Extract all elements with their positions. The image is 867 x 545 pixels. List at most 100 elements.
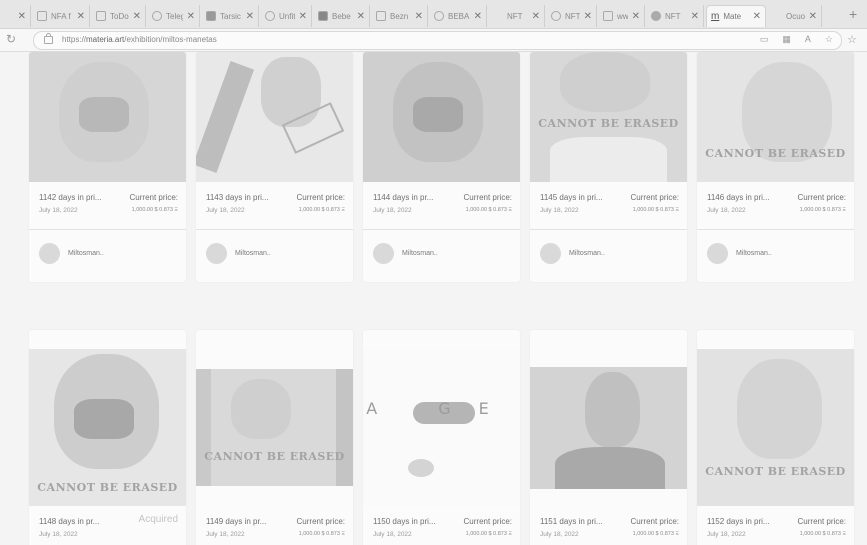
date: July 18, 2022 bbox=[373, 531, 412, 538]
reload-icon[interactable]: ↻ bbox=[6, 32, 16, 46]
artwork-card[interactable]: CANNOT BE ERASED 1149 days in pr... July… bbox=[196, 330, 353, 545]
tab[interactable]: ToDo ✕ bbox=[92, 5, 146, 27]
url-path: /exhibition/miltos-manetas bbox=[124, 35, 217, 44]
avatar[interactable] bbox=[206, 243, 227, 264]
close-icon[interactable]: ✕ bbox=[584, 11, 592, 22]
close-icon[interactable]: ✕ bbox=[357, 11, 365, 22]
tab[interactable]: Unfit ✕ bbox=[261, 5, 312, 27]
close-icon[interactable]: ✕ bbox=[532, 11, 540, 22]
tab[interactable]: Tarsic ✕ bbox=[202, 5, 259, 27]
close-icon[interactable]: ✕ bbox=[415, 11, 423, 22]
artwork-card[interactable]: 1144 days in pr... July 18, 2022 Current… bbox=[363, 52, 520, 282]
tab[interactable]: NFT ✕ bbox=[547, 5, 597, 27]
site-icon bbox=[772, 11, 782, 21]
avatar[interactable] bbox=[39, 243, 60, 264]
tab[interactable]: Teleg ✕ bbox=[148, 5, 200, 27]
site-icon bbox=[434, 11, 444, 21]
telegram-icon bbox=[152, 11, 162, 21]
artwork-card[interactable]: 1143 days in pri... July 18, 2022 Curren… bbox=[196, 52, 353, 282]
artwork-image[interactable] bbox=[196, 52, 353, 182]
artwork-info: 1143 days in pri... July 18, 2022 Curren… bbox=[206, 193, 345, 225]
date: July 18, 2022 bbox=[206, 207, 245, 214]
artwork-info: 1151 days in pri... July 18, 2022 Curren… bbox=[540, 517, 679, 545]
days-in-print: 1143 days in pri... bbox=[206, 193, 269, 202]
tab[interactable]: www ✕ bbox=[599, 5, 645, 27]
price-value: 1,000.00 $ 0.873 Ξ bbox=[799, 207, 846, 213]
tab[interactable]: NFA f ✕ bbox=[33, 5, 90, 27]
owner-name[interactable]: Miltosman.. bbox=[235, 250, 271, 257]
page-icon bbox=[37, 11, 47, 21]
artwork-info: 1152 days in pri... July 18, 2022 Curren… bbox=[707, 517, 846, 545]
tab[interactable]: BEBA ✕ bbox=[430, 5, 487, 27]
avatar[interactable] bbox=[540, 243, 561, 264]
price-label: Current price: bbox=[630, 517, 679, 526]
owner[interactable]: Miltosman.. bbox=[39, 243, 104, 264]
date: July 18, 2022 bbox=[373, 207, 412, 214]
artwork-card[interactable]: 1151 days in pri... July 18, 2022 Curren… bbox=[530, 330, 687, 545]
artwork-card[interactable]: CANNOT BE ERASED 1146 days in pri... Jul… bbox=[697, 52, 854, 282]
artwork-image[interactable]: CANNOT BE ERASED bbox=[29, 349, 186, 506]
divider bbox=[29, 229, 186, 230]
tab[interactable]: NFT ✕ bbox=[489, 5, 545, 27]
owner-name[interactable]: Miltosman.. bbox=[569, 250, 605, 257]
read-aloud-icon[interactable]: A bbox=[805, 34, 811, 45]
close-icon[interactable]: ✕ bbox=[18, 11, 26, 22]
close-icon[interactable]: ✕ bbox=[809, 11, 817, 22]
tab-active[interactable]: m Mate ✕ bbox=[706, 5, 766, 27]
close-icon[interactable]: ✕ bbox=[77, 11, 85, 22]
tab[interactable]: ✕ bbox=[0, 5, 31, 27]
artwork-card[interactable]: A GE 1150 days in pri... July 18, 2022 C… bbox=[363, 330, 520, 545]
artwork-card[interactable]: 1142 days in pri... July 18, 2022 Curren… bbox=[29, 52, 186, 282]
favorites-icon[interactable]: ☆ bbox=[847, 33, 857, 46]
owner-name[interactable]: Miltosman.. bbox=[402, 250, 438, 257]
tab[interactable]: Bezn ✕ bbox=[372, 5, 428, 27]
address-bar-icons: ▭ ▦ A ☆ bbox=[760, 34, 833, 45]
owner[interactable]: Miltosman.. bbox=[707, 243, 772, 264]
artwork-card[interactable]: CANNOT BE ERASED 1152 days in pri... Jul… bbox=[697, 330, 854, 545]
close-icon[interactable]: ✕ bbox=[753, 11, 761, 22]
tab[interactable]: Ocuo ✕ bbox=[768, 5, 822, 27]
address-bar[interactable]: https://materia.art/exhibition/miltos-ma… bbox=[33, 31, 842, 50]
new-tab-button[interactable]: + bbox=[849, 6, 857, 22]
avatar[interactable] bbox=[707, 243, 728, 264]
close-icon[interactable]: ✕ bbox=[246, 11, 254, 22]
artwork-card[interactable]: CANNOT BE ERASED 1148 days in pr... July… bbox=[29, 330, 186, 545]
screen-icon[interactable]: ▭ bbox=[760, 34, 769, 45]
close-icon[interactable]: ✕ bbox=[474, 11, 482, 22]
price-value: 1,000.00 $ 0.873 Ξ bbox=[298, 207, 345, 213]
tab[interactable]: Bebe ✕ bbox=[314, 5, 370, 27]
close-icon[interactable]: ✕ bbox=[133, 11, 141, 22]
artwork-image[interactable]: CANNOT BE ERASED bbox=[697, 349, 854, 506]
artwork-image[interactable] bbox=[29, 52, 186, 182]
close-icon[interactable]: ✕ bbox=[691, 11, 699, 22]
lock-icon[interactable] bbox=[44, 33, 53, 44]
date: July 18, 2022 bbox=[540, 531, 579, 538]
materia-logo-icon: m bbox=[711, 11, 720, 22]
close-icon[interactable]: ✕ bbox=[632, 11, 640, 22]
owner[interactable]: Miltosman.. bbox=[373, 243, 438, 264]
owner-name[interactable]: Miltosman.. bbox=[736, 250, 772, 257]
close-icon[interactable]: ✕ bbox=[187, 11, 195, 22]
artwork-image[interactable]: CANNOT BE ERASED bbox=[530, 52, 687, 182]
price-label: Current price: bbox=[797, 517, 846, 526]
url-text[interactable]: https://materia.art/exhibition/miltos-ma… bbox=[62, 35, 217, 44]
divider bbox=[530, 229, 687, 230]
owner[interactable]: Miltosman.. bbox=[540, 243, 605, 264]
tab-title: BEBA bbox=[448, 11, 470, 21]
artwork-image[interactable]: CANNOT BE ERASED bbox=[196, 369, 353, 486]
close-icon[interactable]: ✕ bbox=[299, 11, 307, 22]
artwork-image[interactable] bbox=[530, 367, 687, 489]
artwork-info: 1146 days in pri... July 18, 2022 Curren… bbox=[707, 193, 846, 225]
owner[interactable]: Miltosman.. bbox=[206, 243, 271, 264]
days-in-print: 1151 days in pri... bbox=[540, 517, 603, 526]
favorite-add-icon[interactable]: ☆ bbox=[825, 34, 833, 45]
artwork-image[interactable]: A GE bbox=[363, 349, 520, 506]
artwork-card[interactable]: CANNOT BE ERASED 1145 days in pri... Jul… bbox=[530, 52, 687, 282]
owner-name[interactable]: Miltosman.. bbox=[68, 250, 104, 257]
artwork-image[interactable]: CANNOT BE ERASED bbox=[697, 52, 854, 182]
grid-icon[interactable]: ▦ bbox=[782, 34, 791, 45]
tab-title: Ocuo bbox=[786, 11, 805, 21]
artwork-image[interactable] bbox=[363, 52, 520, 182]
tab[interactable]: NFT ✕ bbox=[647, 5, 704, 27]
avatar[interactable] bbox=[373, 243, 394, 264]
